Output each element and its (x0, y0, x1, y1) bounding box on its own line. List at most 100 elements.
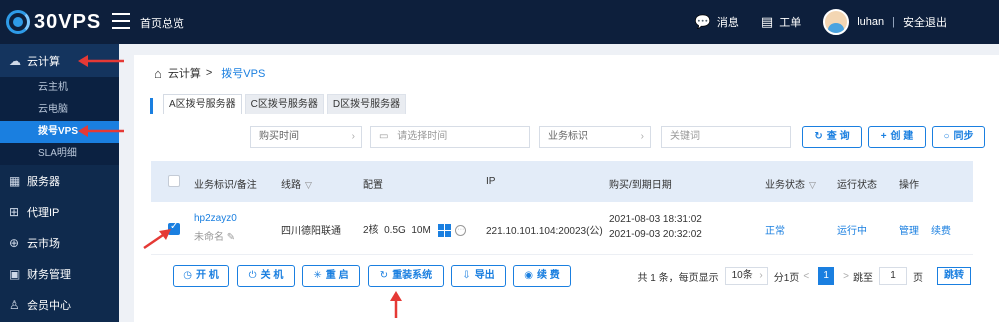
sidebar-item-label: 服务器 (27, 175, 60, 188)
breadcrumb-current: 拨号VPS (221, 68, 266, 80)
sidebar-subitem-sla[interactable]: SLA明细 (0, 143, 119, 165)
renew-icon: ◉ (524, 270, 533, 281)
purchase-time-select[interactable]: 购买时间 › (250, 126, 362, 148)
more-icon[interactable]: ··· (455, 224, 467, 236)
restart-icon: ✳ (313, 270, 322, 281)
home-overview-link[interactable]: 首页总览 (140, 15, 184, 31)
power-on-icon: ◷ (183, 270, 192, 281)
sidebar-item-label: 会员中心 (27, 299, 71, 312)
prev-page-button[interactable]: < (803, 271, 809, 282)
start-label: 开 机 (195, 270, 219, 281)
user-menu[interactable]: luhan | 安全退出 (823, 9, 947, 35)
keyword-placeholder: 关键词 (670, 131, 700, 142)
business-id-label: 业务标识 (548, 131, 588, 142)
col-ip: IP (486, 176, 496, 187)
row-buy-date: 2021-08-03 18:31:02 (609, 214, 702, 225)
zone-tabs: A区拨号服务器 C区拨号服务器 D区拨号服务器 (150, 94, 409, 114)
sidebar-item-member[interactable]: ♙ 会员中心 (0, 289, 119, 320)
sidebar-item-market[interactable]: ⊕ 云市场 (0, 227, 119, 258)
tickets-link[interactable]: ▤ 工单 (761, 14, 801, 30)
sidebar-item-label: 云市场 (27, 237, 60, 250)
row-business-id[interactable]: hp2zayz0 (194, 213, 237, 224)
home-icon[interactable]: ⌂ (154, 66, 162, 81)
pager-summary: 共 1 条，每页显示 (637, 272, 719, 284)
restart-label: 重 启 (325, 270, 349, 281)
sidebar-item-server[interactable]: ▦ 服务器 (0, 165, 119, 196)
row-line: 四川德阳联通 (281, 226, 341, 237)
sidebar-item-finance[interactable]: ▣ 财务管理 (0, 258, 119, 289)
renew-link[interactable]: 续费 (931, 222, 951, 237)
sync-button[interactable]: ○ 同步 (932, 126, 985, 148)
row-mem: 0.5G (384, 225, 406, 236)
filter-icon[interactable]: ▽ (809, 180, 816, 190)
goto-label: 跳至 (853, 272, 873, 284)
avatar (823, 9, 850, 35)
top-bar: 30VPS 首页总览 💬 消息 ▤ 工单 luhan | 安全退出 (0, 0, 999, 44)
export-button[interactable]: ⇩ 导出 (451, 265, 506, 287)
server-icon: ▦ (9, 173, 21, 188)
page-number-current[interactable]: 1 (818, 267, 835, 285)
col-biz-status-label: 业务状态 (765, 180, 805, 191)
restart-button[interactable]: ✳ 重 启 (302, 265, 360, 287)
row-bw: 10M (411, 225, 431, 236)
main-content: ⌂ 云计算 > 拨号VPS A区拨号服务器 C区拨号服务器 D区拨号服务器 购买… (119, 44, 999, 322)
sidebar-item-proxy-ip[interactable]: ⊞ 代理IP (0, 196, 119, 227)
tickets-label: 工单 (779, 17, 802, 29)
brand-logo[interactable]: 30VPS (6, 9, 101, 35)
select-all-checkbox[interactable] (168, 175, 180, 187)
chevron-right-icon: › (640, 131, 644, 142)
page-unit-label: 页 (913, 272, 923, 284)
reinstall-label: 重装系统 (392, 270, 433, 281)
divider: | (892, 16, 895, 28)
breadcrumb-root[interactable]: 云计算 (168, 65, 201, 81)
tab-zone-c[interactable]: C区拨号服务器 (244, 94, 324, 114)
renew-label: 续 费 (536, 270, 560, 281)
col-biz-status: 业务状态 ▽ (765, 176, 816, 191)
jump-button[interactable]: 跳转 (937, 267, 971, 285)
next-page-button[interactable]: > (843, 271, 849, 282)
create-label: 创 建 (890, 131, 914, 142)
keyword-input[interactable]: 关键词 (661, 126, 791, 148)
sync-icon: ○ (943, 131, 950, 142)
row-expire-date: 2021-09-03 20:32:02 (609, 229, 702, 240)
sidebar-subitem-cloud-host[interactable]: 云主机 (0, 77, 119, 99)
col-dates: 购买/到期日期 (609, 180, 672, 191)
sidebar-item-label: 云计算 (27, 55, 60, 68)
search-icon: ↻ (814, 131, 823, 142)
sidebar-subitem-cloud-pc[interactable]: 云电脑 (0, 99, 119, 121)
filter-bar: 购买时间 › ▭ 请选择时间 业务标识 › 关键词 ↻ 查 询 + 创 建 ○ 同步 (134, 126, 999, 150)
table-header: 业务标识/备注 线路 ▽ 配置 IP 购买/到期日期 业务状态 ▽ 运行状态 操作 (151, 161, 973, 202)
sidebar-item-label: 财务管理 (27, 268, 71, 281)
business-id-select[interactable]: 业务标识 › (539, 126, 651, 148)
bulk-actions-bar: ◷ 开 机 ⏻ 关 机 ✳ 重 启 ↻ 重装系统 ⇩ 导出 ◉ 续 费 共 1 条，每页显示… (151, 265, 973, 293)
renew-button[interactable]: ◉ 续 费 (513, 265, 571, 287)
power-off-icon: ⏻ (248, 270, 257, 281)
user-icon: ♙ (9, 297, 20, 312)
tab-zone-d[interactable]: D区拨号服务器 (326, 94, 407, 114)
per-page-select[interactable]: 10条 (724, 267, 768, 285)
tab-zone-a[interactable]: A区拨号服务器 (163, 94, 242, 114)
shutdown-button[interactable]: ⏻ 关 机 (237, 265, 295, 287)
sidebar-item-label: 代理IP (27, 206, 60, 219)
date-picker[interactable]: ▭ 请选择时间 (370, 126, 530, 148)
messages-label: 消息 (716, 17, 739, 29)
vps-table: 业务标识/备注 线路 ▽ 配置 IP 购买/到期日期 业务状态 ▽ 运行状态 操作 … (151, 161, 973, 255)
messages-link[interactable]: 💬 消息 (695, 14, 739, 30)
annotation-arrow (143, 229, 171, 250)
plus-icon: + (880, 131, 887, 142)
logout-link[interactable]: 安全退出 (903, 14, 947, 30)
export-label: 导出 (474, 270, 495, 281)
annotation-arrow (390, 291, 402, 318)
edit-icon[interactable]: ✎ (227, 232, 235, 243)
reinstall-os-button[interactable]: ↻ 重装系统 (368, 265, 444, 287)
reinstall-icon: ↻ (379, 270, 389, 281)
date-picker-placeholder: 请选择时间 (397, 131, 448, 142)
row-config: 2核 0.5G 10M ··· (363, 221, 467, 237)
query-button[interactable]: ↻ 查 询 (802, 126, 862, 148)
manage-link[interactable]: 管理 (899, 222, 919, 237)
menu-toggle-icon[interactable] (112, 13, 130, 29)
page-jump-input[interactable]: 1 (879, 267, 907, 285)
filter-icon[interactable]: ▽ (305, 180, 312, 190)
create-button[interactable]: + 创 建 (868, 126, 926, 148)
start-button[interactable]: ◷ 开 机 (173, 265, 229, 287)
